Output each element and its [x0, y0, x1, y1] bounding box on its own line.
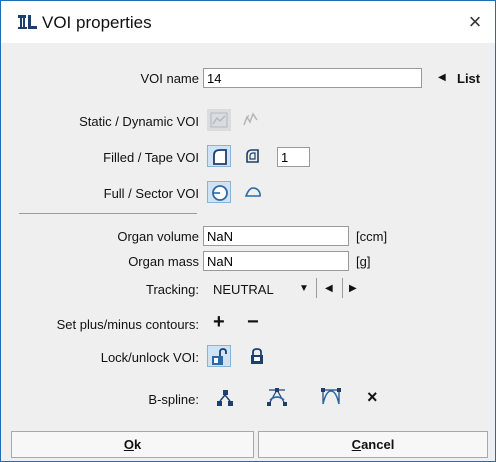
- filled-voi-button[interactable]: [207, 145, 231, 167]
- cancel-label: ancel: [361, 437, 395, 452]
- bspline-clear-icon[interactable]: ×: [367, 387, 378, 408]
- cancel-mnemonic: C: [351, 437, 362, 452]
- voi-name-input[interactable]: [203, 68, 422, 88]
- tape-width-input[interactable]: [277, 147, 310, 167]
- list-button[interactable]: List: [457, 71, 480, 86]
- tracking-select[interactable]: NEUTRAL: [213, 282, 274, 297]
- sector-voi-icon: [244, 187, 261, 197]
- unlock-icon: [212, 348, 227, 365]
- tracking-divider: [316, 278, 317, 298]
- tracking-next-icon[interactable]: ▶: [349, 283, 357, 294]
- static-voi-button[interactable]: [207, 109, 231, 131]
- organ-mass-label: Organ mass: [128, 254, 199, 269]
- dynamic-voi-icon: [243, 112, 258, 126]
- ok-mnemonic: O: [123, 437, 134, 452]
- tape-voi-icon: [246, 149, 259, 163]
- separator: [19, 213, 197, 214]
- plus-minus-label: Set plus/minus contours:: [56, 317, 199, 332]
- ok-button[interactable]: Ok: [11, 431, 254, 458]
- organ-volume-input[interactable]: [203, 226, 349, 246]
- lock-unlock-label: Lock/unlock VOI:: [100, 350, 199, 365]
- static-dynamic-label: Static / Dynamic VOI: [79, 114, 199, 129]
- full-sector-label: Full / Sector VOI: [103, 186, 199, 201]
- voi-name-label: VOI name: [140, 71, 199, 86]
- static-voi-icon: [210, 112, 228, 128]
- filled-tape-label: Filled / Tape VOI: [103, 150, 199, 165]
- bspline-closed-button[interactable]: [263, 385, 291, 407]
- organ-mass-unit: [g]: [356, 254, 371, 269]
- full-voi-icon: [212, 185, 228, 201]
- full-voi-button[interactable]: [207, 181, 231, 203]
- window-title: VOI properties: [42, 13, 152, 32]
- bspline-open-button[interactable]: [317, 385, 345, 407]
- tracking-label: Tracking:: [146, 282, 199, 297]
- tracking-divider-2: [342, 278, 343, 298]
- cancel-button[interactable]: Cancel: [258, 431, 488, 458]
- minus-icon[interactable]: −: [247, 311, 259, 334]
- plus-icon[interactable]: +: [213, 311, 225, 334]
- app-logo-icon: [18, 15, 37, 29]
- close-button[interactable]: ×: [462, 10, 488, 34]
- bspline-open-icon: [321, 388, 341, 405]
- bspline-closed-icon: [267, 388, 287, 406]
- dynamic-voi-button[interactable]: [239, 109, 263, 131]
- unlock-voi-button[interactable]: [207, 345, 231, 367]
- organ-volume-label: Organ volume: [117, 229, 199, 244]
- tracking-prev-icon[interactable]: ◀: [325, 283, 333, 294]
- bspline-label: B-spline:: [148, 392, 199, 407]
- lock-voi-button[interactable]: [245, 345, 269, 367]
- bspline-points-icon: [217, 390, 233, 406]
- chevron-down-icon[interactable]: ▼: [299, 283, 309, 294]
- filled-voi-icon: [213, 149, 227, 165]
- sector-voi-button[interactable]: [241, 181, 265, 203]
- tape-voi-button[interactable]: [241, 145, 265, 167]
- list-arrow-icon: ◀: [438, 72, 446, 83]
- organ-mass-input[interactable]: [203, 251, 349, 271]
- title-bar: VOI properties ×: [1, 1, 495, 43]
- voi-properties-dialog: VOI properties × VOI name ◀ List Static …: [0, 0, 496, 462]
- ok-label: k: [133, 437, 142, 452]
- bspline-points-button[interactable]: [213, 387, 237, 409]
- lock-icon: [251, 348, 263, 364]
- organ-volume-unit: [ccm]: [356, 229, 388, 244]
